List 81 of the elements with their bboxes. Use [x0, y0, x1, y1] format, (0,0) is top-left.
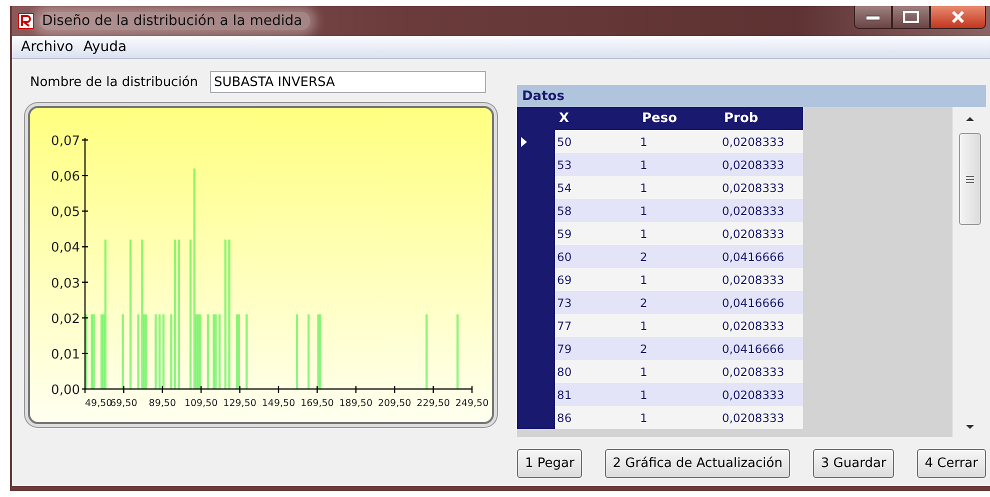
- table-cell: 2: [638, 291, 720, 314]
- maximize-button[interactable]: [892, 6, 930, 29]
- minimize-icon: [866, 13, 880, 21]
- table-cell: 1: [638, 314, 720, 337]
- y-tick-label: 0,03: [51, 276, 80, 292]
- table-cell: 53: [555, 153, 638, 176]
- x-tick-label: 109,50: [184, 398, 218, 409]
- table-cell: 59: [555, 222, 638, 245]
- table-cell: 0,0208333: [720, 406, 803, 429]
- window-title: Diseño de la distribución a la medida: [40, 12, 310, 30]
- x-tick-label: 249,50: [455, 398, 489, 409]
- x-tick-label: 49,50: [85, 398, 112, 409]
- table-cell: 69: [555, 268, 638, 291]
- table-cell: 0,0208333: [720, 199, 803, 222]
- x-tick-label: 149,50: [262, 398, 296, 409]
- column-header[interactable]: Peso: [638, 107, 720, 130]
- table-cell: 0,0208333: [720, 176, 803, 199]
- table-cell: 1: [638, 360, 720, 383]
- table-cell: 0,0208333: [720, 268, 803, 291]
- y-tick-label: 0,04: [51, 240, 80, 256]
- table-cell: 73: [555, 291, 638, 314]
- x-tick-label: 169,50: [300, 398, 334, 409]
- distribution-name-field[interactable]: SUBASTA INVERSA: [210, 71, 486, 93]
- x-tick-label: 129,50: [223, 398, 256, 409]
- table-cell: 1: [638, 199, 720, 222]
- table-cell: 0,0208333: [720, 360, 803, 383]
- table-cell: 0,0208333: [720, 130, 803, 153]
- table-cell: 50: [555, 130, 638, 153]
- table-cell: 81: [555, 383, 638, 406]
- table-cell: 54: [555, 176, 638, 199]
- y-tick-label: 0,07: [51, 134, 80, 149]
- minimize-button[interactable]: [854, 6, 892, 29]
- table-cell: 0,0208333: [720, 383, 803, 406]
- y-tick-label: 0,01: [51, 347, 80, 362]
- close-button[interactable]: [930, 6, 986, 29]
- table-cell: 2: [638, 337, 720, 360]
- table-cell: 79: [555, 337, 638, 360]
- action-button[interactable]: 2 Gráfica de Actualización: [604, 449, 790, 478]
- action-button[interactable]: 3 Guardar: [812, 449, 894, 478]
- table-cell: 60: [555, 245, 638, 268]
- action-button[interactable]: 1 Pegar: [517, 449, 582, 478]
- close-icon: [951, 11, 965, 23]
- table-cell: 1: [638, 130, 720, 153]
- table-cell: 0,0208333: [720, 222, 803, 245]
- x-tick-label: 229,50: [416, 398, 450, 409]
- table-cell: 80: [555, 360, 638, 383]
- table-cell: 0,0416666: [720, 291, 803, 314]
- action-button[interactable]: 4 Cerrar: [916, 449, 986, 478]
- x-tick-label: 69,50: [110, 398, 138, 409]
- table-cell: 1: [638, 383, 720, 406]
- grid-title: Datos: [517, 85, 986, 107]
- table-cell: 1: [638, 153, 720, 176]
- app-logo-icon: [18, 13, 34, 29]
- table-cell: 1: [638, 406, 720, 429]
- x-tick-label: 189,50: [339, 398, 373, 409]
- column-header[interactable]: X: [555, 107, 638, 130]
- table-cell: 0,0208333: [720, 153, 803, 176]
- field-label: Nombre de la distribución: [30, 74, 198, 90]
- table-cell: 1: [638, 222, 720, 245]
- y-tick-label: 0,06: [51, 170, 80, 185]
- table-cell: 58: [555, 199, 638, 222]
- maximize-icon: [903, 11, 919, 23]
- scrollbar-thumb[interactable]: [958, 133, 980, 225]
- y-tick-label: 0,05: [51, 205, 80, 220]
- y-tick-label: 0,00: [51, 383, 80, 398]
- grip-icon: [966, 176, 974, 182]
- y-tick-label: 0,02: [51, 312, 80, 327]
- x-tick-label: 89,50: [148, 398, 176, 409]
- table-cell: 0,0416666: [720, 337, 803, 360]
- table-cell: 1: [638, 268, 720, 291]
- table-cell: 0,0416666: [720, 245, 803, 268]
- menu-item[interactable]: Ayuda: [78, 39, 132, 55]
- column-header[interactable]: Prob: [720, 107, 803, 130]
- table-cell: 86: [555, 406, 638, 429]
- table-cell: 0,0208333: [720, 314, 803, 337]
- row-pointer-icon: [521, 136, 527, 146]
- table-cell: 77: [555, 314, 638, 337]
- menu-item[interactable]: Archivo: [16, 39, 78, 55]
- table-cell: 1: [638, 176, 720, 199]
- table-cell: 2: [638, 245, 720, 268]
- x-tick-label: 209,50: [378, 398, 412, 409]
